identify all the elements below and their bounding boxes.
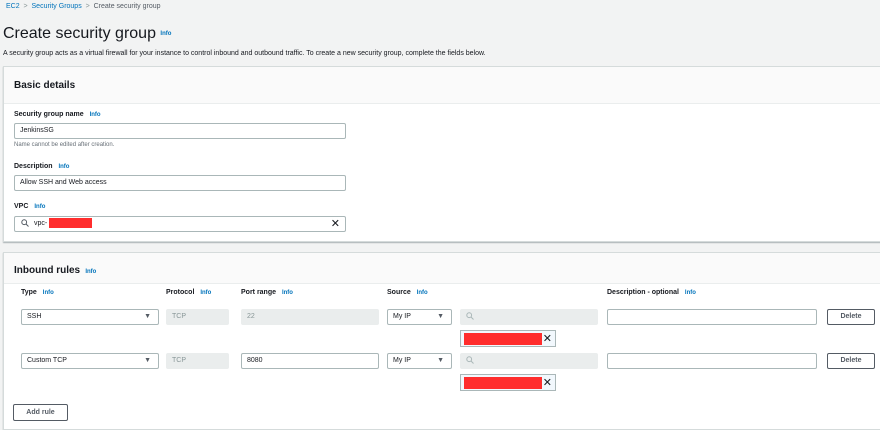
breadcrumb: EC2 > Security Groups > Create security … bbox=[6, 3, 161, 10]
caret-down-icon: ▼ bbox=[437, 313, 444, 320]
description-input[interactable]: Allow SSH and Web access bbox=[14, 175, 346, 191]
col-source-label: Source bbox=[387, 289, 411, 296]
col-port-header: Port range Info bbox=[241, 289, 293, 296]
rule-2-source-value: My IP bbox=[393, 357, 411, 364]
rule-2-protocol: TCP bbox=[166, 353, 229, 369]
col-source-header: Source Info bbox=[387, 289, 428, 296]
rule-1-ip-token: ✕ bbox=[460, 330, 556, 347]
page-description: A security group acts as a virtual firew… bbox=[3, 50, 486, 57]
port-info-link[interactable]: Info bbox=[282, 290, 293, 296]
inbound-rules-panel: Inbound rules Info Type Info Protocol In… bbox=[3, 252, 880, 430]
protocol-info-link[interactable]: Info bbox=[200, 290, 211, 296]
name-info-link[interactable]: Info bbox=[90, 112, 101, 118]
rule-2-source-select[interactable]: My IP ▼ bbox=[387, 353, 452, 369]
col-type-header: Type Info bbox=[21, 289, 54, 296]
rule-1-delete-button[interactable]: Delete bbox=[827, 309, 875, 325]
vpc-info-link[interactable]: Info bbox=[34, 204, 45, 210]
source-info-link[interactable]: Info bbox=[417, 290, 428, 296]
redacted-block bbox=[464, 377, 542, 389]
col-protocol-label: Protocol bbox=[166, 289, 195, 296]
inbound-rules-header: Inbound rules Info bbox=[4, 253, 880, 284]
col-port-label: Port range bbox=[241, 289, 277, 296]
basic-details-panel: Basic details Security group name Info J… bbox=[3, 66, 880, 242]
rule-2-delete-button[interactable]: Delete bbox=[827, 353, 875, 369]
caret-down-icon: ▼ bbox=[144, 357, 151, 364]
page-title: Create security group bbox=[3, 25, 156, 42]
col-type-label: Type bbox=[21, 289, 37, 296]
caret-down-icon: ▼ bbox=[144, 313, 151, 320]
vpc-label-row: VPC Info bbox=[14, 203, 45, 210]
breadcrumb-current: Create security group bbox=[93, 3, 161, 10]
search-icon bbox=[21, 219, 29, 228]
inbound-heading-row: Inbound rules Info bbox=[14, 265, 96, 276]
name-label: Security group name bbox=[14, 111, 84, 118]
rule-1-type-select[interactable]: SSH ▼ bbox=[21, 309, 159, 325]
rule-1-source-value: My IP bbox=[393, 313, 411, 320]
breadcrumb-security-groups[interactable]: Security Groups bbox=[32, 3, 82, 10]
rule-1-cidr-search[interactable] bbox=[460, 309, 598, 325]
inbound-rules-heading: Inbound rules bbox=[14, 265, 81, 276]
redacted-block bbox=[464, 333, 542, 345]
inbound-info-link[interactable]: Info bbox=[85, 269, 96, 275]
remove-token-icon[interactable]: ✕ bbox=[543, 332, 552, 346]
rule-2-ip-token: ✕ bbox=[460, 374, 556, 391]
security-group-name-input[interactable]: JenkinsSG bbox=[14, 123, 346, 139]
remove-token-icon[interactable]: ✕ bbox=[543, 376, 552, 390]
breadcrumb-ec2[interactable]: EC2 bbox=[6, 3, 20, 10]
name-label-row: Security group name Info bbox=[14, 111, 101, 118]
page-title-info-link[interactable]: Info bbox=[160, 31, 171, 37]
rule-2-type-select[interactable]: Custom TCP ▼ bbox=[21, 353, 159, 369]
rule-1-protocol: TCP bbox=[166, 309, 229, 325]
chevron-right-icon: > bbox=[83, 3, 92, 10]
search-icon bbox=[466, 356, 474, 365]
rule-1-description-input[interactable] bbox=[607, 309, 817, 325]
vpc-search-input[interactable]: vpc- ✕ bbox=[14, 216, 346, 232]
chevron-right-icon: > bbox=[21, 3, 30, 10]
rule-2-port-range-input[interactable]: 8080 bbox=[241, 353, 379, 369]
caret-down-icon: ▼ bbox=[437, 357, 444, 364]
page-title-row: Create security group Info bbox=[3, 25, 171, 43]
basic-details-header: Basic details bbox=[4, 67, 880, 104]
col-protocol-header: Protocol Info bbox=[166, 289, 211, 296]
basic-details-heading: Basic details bbox=[14, 80, 76, 91]
name-hint: Name cannot be edited after creation. bbox=[14, 142, 115, 148]
col-description-header: Description - optional Info bbox=[607, 289, 696, 296]
description-info-link[interactable]: Info bbox=[58, 164, 69, 170]
vpc-label: VPC bbox=[14, 203, 29, 210]
rule-1-type-value: SSH bbox=[27, 313, 42, 320]
rule-1-source-select[interactable]: My IP ▼ bbox=[387, 309, 452, 325]
search-icon bbox=[466, 312, 474, 321]
rule-1-port-range: 22 bbox=[241, 309, 379, 325]
redacted-block bbox=[49, 218, 93, 229]
add-rule-button[interactable]: Add rule bbox=[13, 404, 68, 421]
description-label-row: Description Info bbox=[14, 163, 69, 170]
rule-2-description-input[interactable] bbox=[607, 353, 817, 369]
description-col-info-link[interactable]: Info bbox=[685, 290, 696, 296]
type-info-link[interactable]: Info bbox=[43, 290, 54, 296]
rule-2-cidr-search[interactable] bbox=[460, 353, 598, 369]
description-label: Description bbox=[14, 163, 53, 170]
clear-icon[interactable]: ✕ bbox=[331, 217, 340, 231]
col-description-label: Description - optional bbox=[607, 289, 679, 296]
rule-2-type-value: Custom TCP bbox=[27, 357, 67, 364]
vpc-value: vpc- bbox=[33, 220, 48, 227]
